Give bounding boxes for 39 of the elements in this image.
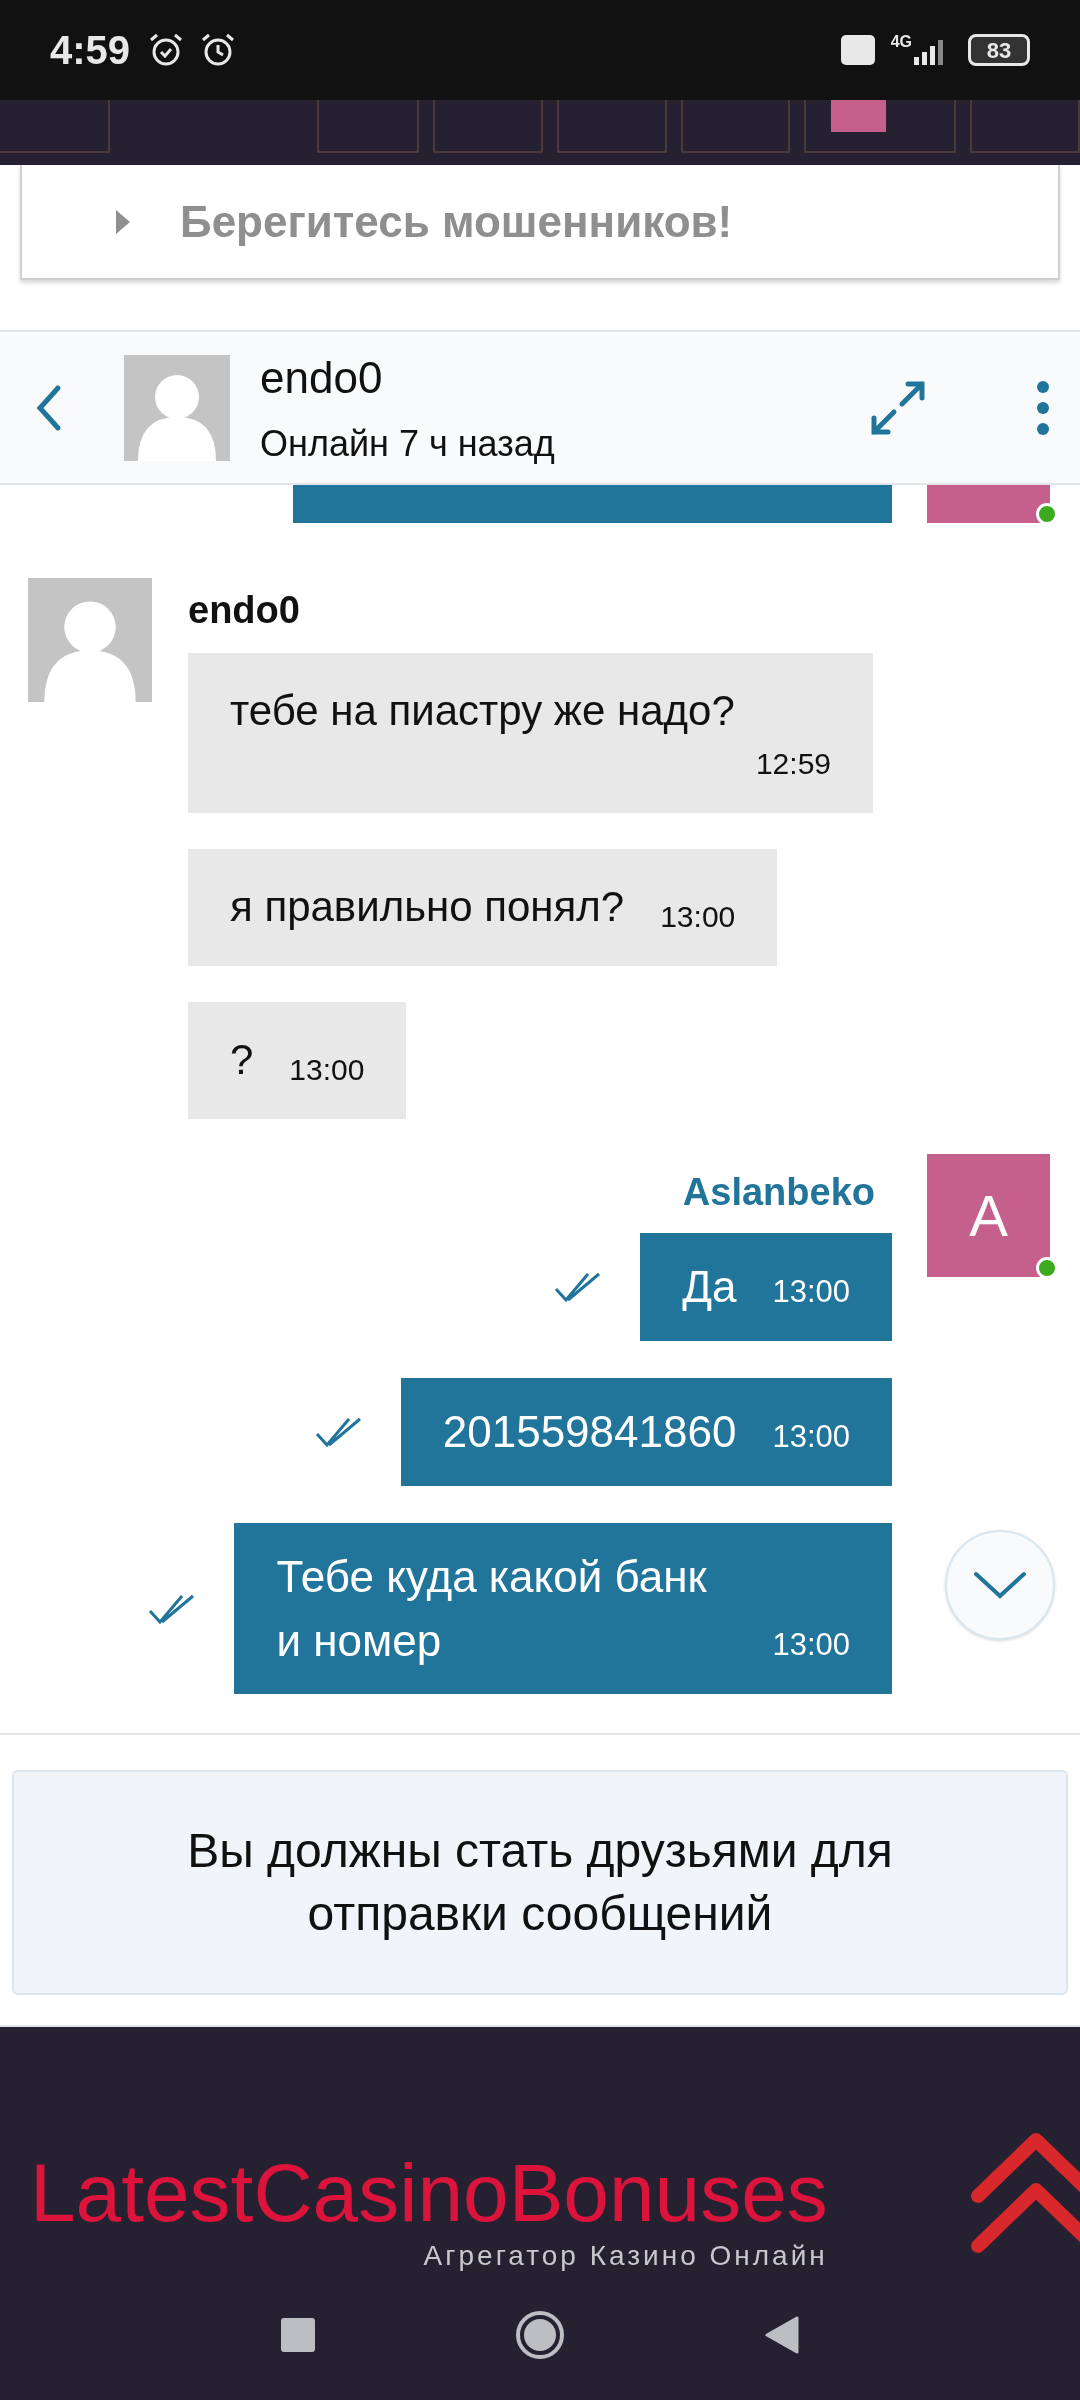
- message-text: Да: [682, 1261, 737, 1314]
- back-icon[interactable]: [765, 2316, 799, 2354]
- nav-tile[interactable]: [680, 100, 791, 153]
- site-tagline: Агрегатор Казино Онлайн: [423, 2242, 828, 2270]
- nav-tile[interactable]: [804, 100, 957, 153]
- nav-tile[interactable]: [970, 100, 1080, 153]
- message-text: тебе на пиастру же надо?: [230, 686, 735, 736]
- alarm-icon: [148, 32, 185, 68]
- nav-tile[interactable]: [556, 100, 667, 153]
- avatar-letter: A: [969, 1182, 1008, 1251]
- sender-name: endo0: [188, 588, 300, 633]
- message-time: 13:00: [289, 1051, 365, 1088]
- status-time: 4:59: [50, 27, 131, 74]
- nav-tile[interactable]: [317, 100, 420, 153]
- network-type: 4G: [890, 32, 912, 52]
- alarm-icon: [200, 32, 237, 68]
- notice-text: Вы должны стать друзьями для отправки сообщений: [186, 1823, 894, 1942]
- message-text: я правильно понял?: [230, 882, 625, 933]
- nav-tile[interactable]: [0, 100, 110, 153]
- site-logo[interactable]: LatestCasinoBonuses: [30, 2152, 828, 2234]
- message-time: 13:00: [772, 1417, 850, 1456]
- message-time: 13:00: [772, 1273, 850, 1312]
- warning-card[interactable]: Берегитесь мошенников!: [20, 165, 1060, 280]
- home-icon[interactable]: [515, 2310, 565, 2360]
- sender-name: Aslanbeko: [682, 1170, 875, 1216]
- message-time: 12:59: [755, 745, 831, 782]
- expand-icon[interactable]: [870, 379, 926, 436]
- message-time: 13:00: [660, 898, 736, 935]
- message-text: Тебе куда какой банк и номер: [276, 1550, 708, 1667]
- contact-name: endo0: [260, 351, 384, 404]
- message-text: 201559841860: [442, 1405, 737, 1458]
- message-time: 13:00: [772, 1626, 850, 1665]
- message-text: ?: [230, 1035, 254, 1086]
- contact-status: Онлайн 7 ч назад: [260, 421, 555, 466]
- battery-icon: 83: [968, 34, 1030, 66]
- nav-tile[interactable]: [433, 100, 543, 153]
- more-icon[interactable]: [1036, 379, 1050, 436]
- warning-title: Берегитесь мошенников!: [180, 195, 733, 248]
- chevron-down-icon: [973, 1570, 1027, 1600]
